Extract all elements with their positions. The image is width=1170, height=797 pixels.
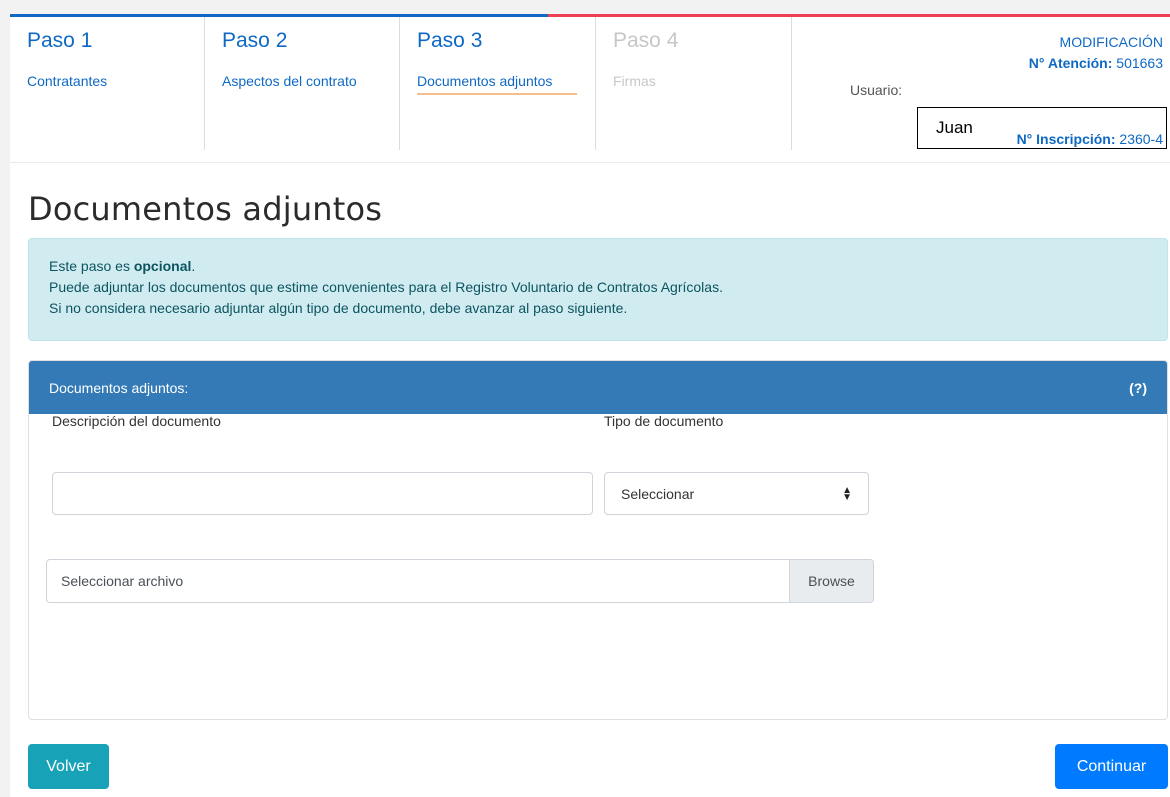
document-type-selected: Seleccionar <box>621 485 695 502</box>
wizard-steps: Paso 1 Contratantes Paso 2 Aspectos del … <box>10 17 1170 163</box>
atencion-label: N° Atención: <box>1028 55 1113 71</box>
description-label: Descripción del documento <box>52 413 221 429</box>
alert-line-3: Si no considera necesario adjuntar algún… <box>49 300 628 316</box>
document-type-label: Tipo de documento <box>604 413 724 429</box>
select-arrows-icon: ▲ ▼ <box>842 484 852 503</box>
info-alert: Este paso es opcional. Puede adjuntar lo… <box>28 238 1168 341</box>
alert-optional-bold: opcional <box>133 258 192 274</box>
inscripcion-number: N° Inscripción: 2360-4 <box>1017 131 1163 147</box>
description-input[interactable] <box>52 472 593 515</box>
back-button[interactable]: Volver <box>28 744 109 789</box>
panel-header: Documentos adjuntos: (?) <box>29 361 1167 414</box>
alert-line-1-prefix: Este paso es <box>49 258 134 274</box>
page-title: Documentos adjuntos <box>28 190 383 228</box>
atencion-value: 501663 <box>1116 55 1163 71</box>
step-2-label: Aspectos del contrato <box>222 73 357 89</box>
mode-label: MODIFICACIÓN <box>1059 34 1163 50</box>
file-picker-placeholder: Seleccionar archivo <box>61 573 184 589</box>
step-2[interactable]: Paso 2 Aspectos del contrato <box>205 17 400 150</box>
alert-line-1-suffix: . <box>191 258 196 274</box>
step-1-number: Paso 1 <box>27 29 93 52</box>
step-4-number: Paso 4 <box>613 29 679 52</box>
documents-panel: Documentos adjuntos: (?) Descripción del… <box>28 360 1168 720</box>
inscripcion-label: N° Inscripción: <box>1016 131 1116 147</box>
panel-title: Documentos adjuntos: <box>49 379 189 396</box>
file-picker[interactable]: Seleccionar archivo Browse <box>46 559 874 603</box>
step-3-number: Paso 3 <box>417 29 483 52</box>
usuario-label: Usuario: <box>850 82 903 98</box>
help-icon[interactable]: (?) <box>1129 380 1147 396</box>
step-2-number: Paso 2 <box>222 29 288 52</box>
left-frame-strip <box>0 0 10 797</box>
active-step-underline <box>417 93 577 95</box>
top-frame-strip <box>0 0 1170 14</box>
alert-line-1: Este paso es opcional. <box>49 256 1147 277</box>
step-4: Paso 4 Firmas <box>596 17 792 150</box>
step-4-label: Firmas <box>613 73 656 89</box>
browse-button[interactable]: Browse <box>789 560 873 602</box>
continue-button[interactable]: Continuar <box>1055 744 1168 789</box>
request-meta: MODIFICACIÓN N° Atención: 501663 Usuario… <box>792 17 1170 163</box>
alert-line-2: Puede adjuntar los documentos que estime… <box>49 279 723 295</box>
document-type-select[interactable]: Seleccionar ▲ ▼ <box>604 472 869 515</box>
step-1-label: Contratantes <box>27 73 108 89</box>
atencion-number: N° Atención: 501663 <box>1029 55 1163 71</box>
step-3[interactable]: Paso 3 Documentos adjuntos <box>400 17 596 150</box>
step-1[interactable]: Paso 1 Contratantes <box>10 17 205 150</box>
step-3-label: Documentos adjuntos <box>417 73 553 89</box>
inscripcion-value: 2360-4 <box>1119 131 1163 147</box>
